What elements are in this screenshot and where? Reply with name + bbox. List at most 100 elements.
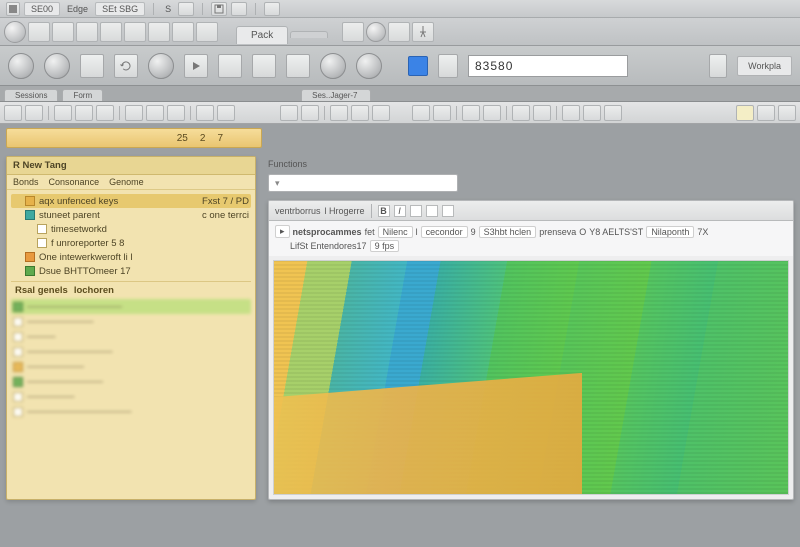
workspace-chip[interactable]: Workpla [737, 56, 792, 76]
ts-btn-7[interactable] [146, 105, 164, 121]
play-button[interactable] [184, 54, 208, 78]
toolbar-button-h[interactable] [196, 22, 218, 42]
tree-section[interactable]: Rsal genels lochoren [11, 281, 251, 299]
tsr-btn-end2[interactable] [757, 105, 775, 121]
tsr-btn-1[interactable] [280, 105, 298, 121]
tsr-btn-end3[interactable] [778, 105, 796, 121]
editor-tb-word-2[interactable]: l Hrogerre [325, 206, 365, 216]
tsr-btn-end1[interactable] [736, 105, 754, 121]
mode-button-1[interactable] [80, 54, 104, 78]
tsr-btn-13[interactable] [583, 105, 601, 121]
tab-secondary[interactable] [290, 31, 328, 38]
save-icon[interactable] [211, 2, 227, 16]
tsr-btn-3[interactable] [330, 105, 348, 121]
tree-tail: Fxst 7 / PD [202, 196, 249, 207]
tree-row[interactable]: stuneet parent c one terrci [11, 208, 251, 222]
tsr-btn-12[interactable] [562, 105, 580, 121]
tsr-btn-5[interactable] [372, 105, 390, 121]
stop-button[interactable] [218, 54, 242, 78]
ts-btn-8[interactable] [167, 105, 185, 121]
menu-button-3[interactable] [264, 2, 280, 16]
ts-btn-5[interactable] [96, 105, 114, 121]
tsr-btn-9[interactable] [483, 105, 501, 121]
dial-2[interactable] [44, 53, 70, 79]
toolbar-toggle-2[interactable] [388, 22, 410, 42]
editor-tb-icon-2[interactable] [426, 205, 438, 217]
menu-glyph-s[interactable]: S [162, 4, 174, 14]
editor-tb-icon-3[interactable] [442, 205, 454, 217]
pin-icon[interactable] [412, 22, 434, 42]
value-prefix-button[interactable] [438, 54, 458, 78]
dial-1[interactable] [8, 53, 34, 79]
tsr-btn-7[interactable] [433, 105, 451, 121]
tree-sub-3[interactable]: Genome [109, 177, 144, 187]
dial-3[interactable] [148, 53, 174, 79]
menu-button-1[interactable] [178, 2, 194, 16]
history-knob[interactable] [4, 21, 26, 43]
subtab-sesjager[interactable]: Ses..Jager-7 [301, 89, 371, 101]
menu-chip-setsbg[interactable]: SEt SBG [95, 2, 145, 16]
ts-btn-9[interactable] [196, 105, 214, 121]
project-tree-panel: R New Tang Bonds Consonance Genome aqx u… [6, 156, 256, 500]
tree-row[interactable]: Dsue BHTTOmeer 17 [11, 264, 251, 278]
parameter-bar[interactable]: 25 2 7 [6, 128, 262, 148]
editor-tb-word-1[interactable]: ventrborrus [275, 206, 321, 216]
code-area[interactable]: ▸ netsprocammes fet Nilenc l cecondor 9 … [269, 221, 793, 256]
menu-item-edge[interactable]: Edge [64, 4, 91, 14]
tree-sub-1[interactable]: Bonds [13, 177, 39, 187]
refresh-icon [120, 60, 132, 72]
ts-btn-10[interactable] [217, 105, 235, 121]
toolbar-toggle-1[interactable] [342, 22, 364, 42]
ts-btn-2[interactable] [25, 105, 43, 121]
tsr-btn-4[interactable] [351, 105, 369, 121]
ts-btn-1[interactable] [4, 105, 22, 121]
tsr-btn-10[interactable] [512, 105, 530, 121]
tsr-btn-2[interactable] [301, 105, 319, 121]
tree-sub-2[interactable]: Consonance [49, 177, 100, 187]
menu-icon[interactable] [6, 2, 20, 16]
side-button[interactable] [709, 54, 727, 78]
active-color-chip[interactable] [408, 56, 428, 76]
ts-btn-6[interactable] [125, 105, 143, 121]
record-button[interactable] [252, 54, 276, 78]
ts-btn-4[interactable] [75, 105, 93, 121]
tree-row[interactable]: f unroreporter 5 8 [11, 236, 251, 250]
tab-pack[interactable]: Pack [236, 26, 288, 44]
toolbar-button-g[interactable] [172, 22, 194, 42]
dial-5[interactable] [356, 53, 382, 79]
toolbar-button-c[interactable] [76, 22, 98, 42]
ts-btn-3[interactable] [54, 105, 72, 121]
dial-4[interactable] [320, 53, 346, 79]
menu-chip-session[interactable]: SE00 [24, 2, 60, 16]
tree-label: timesetworkd [51, 224, 107, 235]
tree-row[interactable]: timesetworkd [11, 222, 251, 236]
mode-button-2[interactable] [114, 54, 138, 78]
subtab-form[interactable]: Form [62, 89, 103, 101]
tree-subheader: Bonds Consonance Genome [7, 175, 255, 190]
editor-search-field[interactable]: ▾ [268, 174, 458, 192]
numeric-input[interactable]: 83580 [468, 55, 628, 77]
toolbar-button-b[interactable] [52, 22, 74, 42]
step-button[interactable] [286, 54, 310, 78]
code-token: netsprocammes [293, 227, 362, 237]
menu-button-2[interactable] [231, 2, 247, 16]
tsr-btn-6[interactable] [412, 105, 430, 121]
tsr-btn-8[interactable] [462, 105, 480, 121]
separator [190, 106, 191, 120]
toolbar-button-d[interactable] [100, 22, 122, 42]
bold-button[interactable]: B [378, 205, 390, 217]
tree-row[interactable]: aqx unfenced keys Fxst 7 / PD [11, 194, 251, 208]
heatmap-view[interactable] [273, 260, 789, 495]
tree-row[interactable]: Оne intewerkweroft li l [11, 250, 251, 264]
toolbar-button-e[interactable] [124, 22, 146, 42]
subtab-sessions[interactable]: Sessions [4, 89, 58, 101]
tsr-btn-14[interactable] [604, 105, 622, 121]
code-chip: cecondor [421, 226, 468, 238]
toolbar-button-f[interactable] [148, 22, 170, 42]
play-icon [191, 61, 201, 71]
toolbar-button-a[interactable] [28, 22, 50, 42]
editor-tb-icon-1[interactable] [410, 205, 422, 217]
italic-button[interactable]: I [394, 205, 406, 217]
tool-knob[interactable] [366, 22, 386, 42]
tsr-btn-11[interactable] [533, 105, 551, 121]
